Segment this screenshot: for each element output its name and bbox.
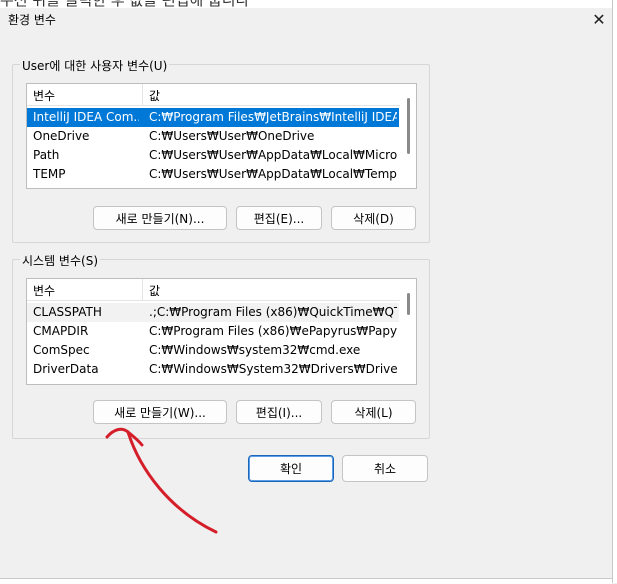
annotation-arrow-icon	[105, 427, 218, 534]
